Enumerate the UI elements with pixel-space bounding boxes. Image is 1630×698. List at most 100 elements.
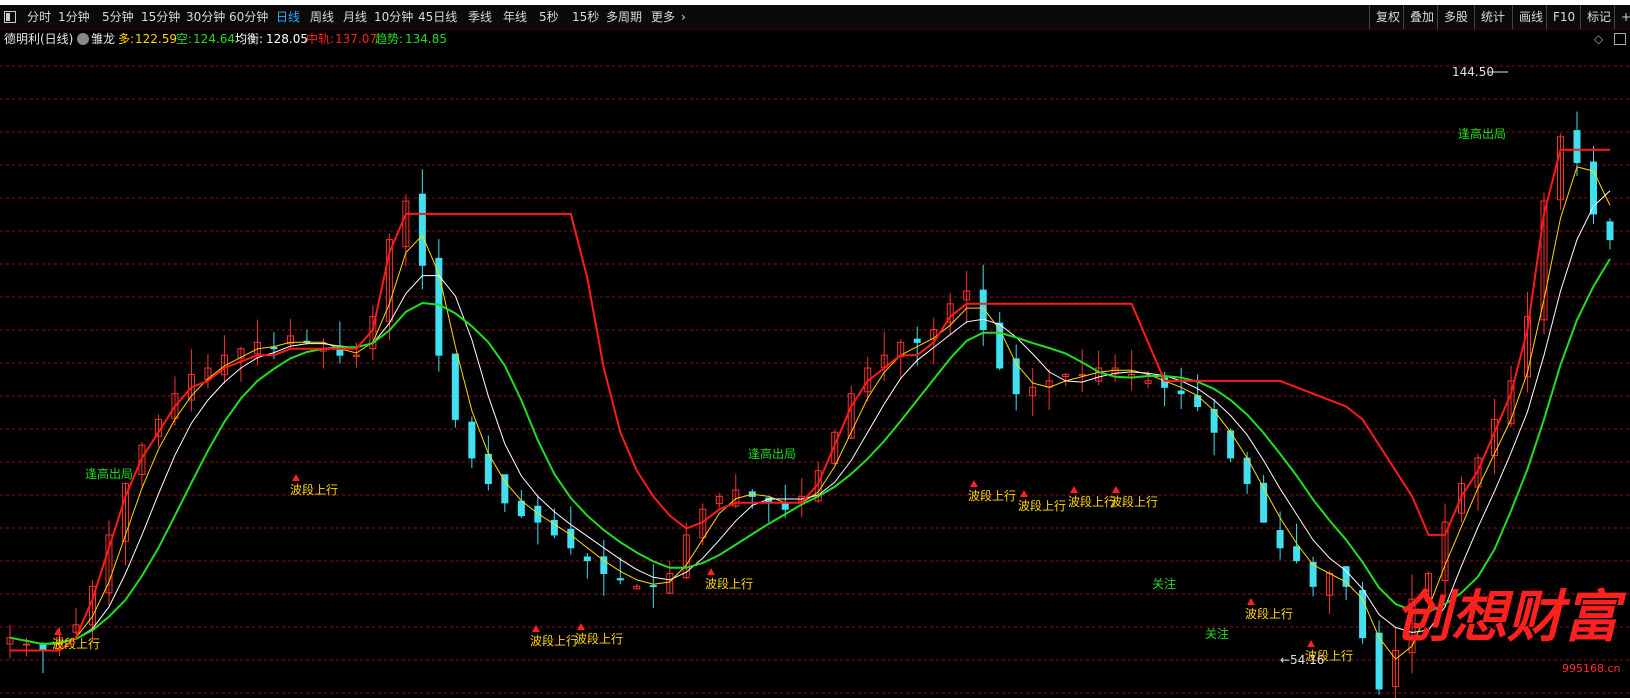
wave-up-marker: 波段上行 xyxy=(1018,498,1066,513)
candle-body xyxy=(451,353,459,420)
chevron-right-icon[interactable]: › xyxy=(681,5,686,29)
low-price-label: ←54.16 xyxy=(1280,653,1324,667)
buy-arrow-icon xyxy=(1070,486,1078,493)
toolbar-button[interactable]: +自 xyxy=(1614,5,1630,29)
attention-marker: 关注 xyxy=(1152,576,1176,591)
wave-up-marker: 波段上行 xyxy=(575,631,623,646)
period-tab[interactable]: 60分钟 xyxy=(229,5,268,29)
wave-up-marker: 波段上行 xyxy=(968,488,1016,503)
wave-up-marker: 波段上行 xyxy=(530,633,578,648)
candle-body xyxy=(1177,390,1185,395)
qushi-label: 趋势: xyxy=(375,32,404,46)
candle-body xyxy=(1359,590,1367,639)
kong-value: 124.64 xyxy=(193,32,235,46)
period-tab[interactable]: 分时 xyxy=(27,5,51,29)
duo-value: 122.59 xyxy=(135,32,177,46)
period-tab[interactable]: 季线 xyxy=(468,5,492,29)
wave-up-marker: 波段上行 xyxy=(1245,606,1293,621)
diamond-icon[interactable]: ◇ xyxy=(1594,30,1603,48)
indicator-name: 雏龙 xyxy=(91,32,116,46)
buy-arrow-icon xyxy=(1112,486,1120,493)
toolbar-button[interactable]: 叠加 xyxy=(1403,5,1440,29)
candle-body xyxy=(22,643,30,646)
zhonggui-label: 中轨: xyxy=(306,32,335,46)
period-tab[interactable]: 15分钟 xyxy=(141,5,180,29)
indicator-menu-icon[interactable] xyxy=(77,33,89,45)
period-tab[interactable]: 5秒 xyxy=(539,5,559,29)
stock-title: 德明利(日线) xyxy=(4,32,74,46)
candle-body xyxy=(468,421,476,459)
period-tab[interactable]: 更多 xyxy=(651,5,675,29)
period-tab[interactable]: 10分钟 xyxy=(374,5,413,29)
period-tab[interactable]: 30分钟 xyxy=(186,5,225,29)
candle-body xyxy=(1078,373,1086,376)
chart-settings-icon[interactable] xyxy=(1614,33,1626,45)
period-tab[interactable]: 15秒 xyxy=(572,5,599,29)
watermark-site: 995168.cn xyxy=(1562,662,1621,675)
yellow-ma-line xyxy=(9,166,1611,660)
toolbar-button[interactable]: 多股 xyxy=(1437,5,1474,29)
candle-body xyxy=(1573,130,1581,164)
wave-up-marker: 波段上行 xyxy=(52,636,100,651)
period-tab[interactable]: 月线 xyxy=(343,5,367,29)
indicator-info-bar: 德明利(日线) 雏龙 多: 122.59 空: 124.64 均衡: 128.0… xyxy=(0,30,1630,48)
period-toolbar: 分时 1分钟 5分钟 15分钟 30分钟 60分钟 日线 周线 月线 10分钟 45日线 季线 年线 5秒… xyxy=(0,5,1630,30)
buy-arrow-icon xyxy=(532,625,540,632)
wave-up-marker: 波段上行 xyxy=(1110,494,1158,509)
candle-body xyxy=(1375,632,1383,690)
candle-body xyxy=(484,453,492,485)
toolbar-button[interactable]: F10 xyxy=(1546,5,1581,29)
high-exit-marker: 逢高出局 xyxy=(85,466,133,481)
buy-arrow-icon xyxy=(707,568,715,575)
period-tab[interactable]: 周线 xyxy=(310,5,334,29)
qushi-value: 134.85 xyxy=(405,32,447,46)
high-price-label: 144.50 xyxy=(1452,65,1494,79)
period-tab[interactable]: 5分钟 xyxy=(102,5,134,29)
kline-chart[interactable]: 波段上行波段上行波段上行波段上行波段上行波段上行波段上行 波段上行波段上行波段上行… xyxy=(0,48,1630,698)
period-tab[interactable]: 45日线 xyxy=(418,5,457,29)
toolbar-button[interactable]: 画线 xyxy=(1512,5,1549,29)
candle-body xyxy=(649,585,657,588)
period-tab[interactable]: 1分钟 xyxy=(58,5,90,29)
period-tab[interactable]: 多周期 xyxy=(606,5,642,29)
candle-body xyxy=(1606,221,1614,241)
high-exit-marker: 逢高出局 xyxy=(748,446,796,461)
wave-up-marker: 波段上行 xyxy=(1068,494,1116,509)
candle-body xyxy=(501,474,509,504)
high-exit-marker: 逢高出局 xyxy=(1458,126,1506,141)
candle-body xyxy=(781,503,789,510)
candle-body xyxy=(270,346,278,350)
attention-marker: 关注 xyxy=(1205,626,1229,641)
buy-arrow-icon xyxy=(54,628,62,635)
wave-up-marker: 波段上行 xyxy=(705,576,753,591)
kong-label: 空: xyxy=(176,32,193,46)
candle-body xyxy=(517,500,525,517)
junheng-value: 128.05 xyxy=(266,32,308,46)
white-ma-line xyxy=(9,190,1611,645)
toolbar-button[interactable]: 标记 xyxy=(1580,5,1617,29)
window-icon[interactable] xyxy=(4,5,18,29)
candle-body xyxy=(1260,482,1268,523)
buy-arrow-icon xyxy=(292,474,300,481)
zhonggui-value: 137.07 xyxy=(335,32,377,46)
toolbar-button[interactable]: 统计 xyxy=(1474,5,1511,29)
wave-up-marker: 波段上行 xyxy=(290,482,338,497)
junheng-label: 均衡: xyxy=(235,32,264,46)
toolbar-button[interactable]: 复权 xyxy=(1369,5,1406,29)
candle-body xyxy=(534,505,542,523)
candle-body xyxy=(616,578,624,581)
period-tab[interactable]: 年线 xyxy=(503,5,527,29)
candle-body xyxy=(1293,546,1301,562)
watermark-brand: 创想财富 xyxy=(1395,584,1627,650)
candle-body xyxy=(979,289,987,330)
candle-body xyxy=(418,193,426,266)
buy-arrow-icon xyxy=(1307,640,1315,647)
period-tab[interactable]: 日线 xyxy=(276,5,300,29)
buy-arrow-icon xyxy=(1020,490,1028,497)
buy-arrow-icon xyxy=(1247,598,1255,605)
candle-body xyxy=(583,556,591,562)
candle-body xyxy=(567,528,575,549)
duo-label: 多: xyxy=(118,32,135,46)
candle-body xyxy=(1276,530,1284,549)
buy-arrow-icon xyxy=(970,480,978,487)
